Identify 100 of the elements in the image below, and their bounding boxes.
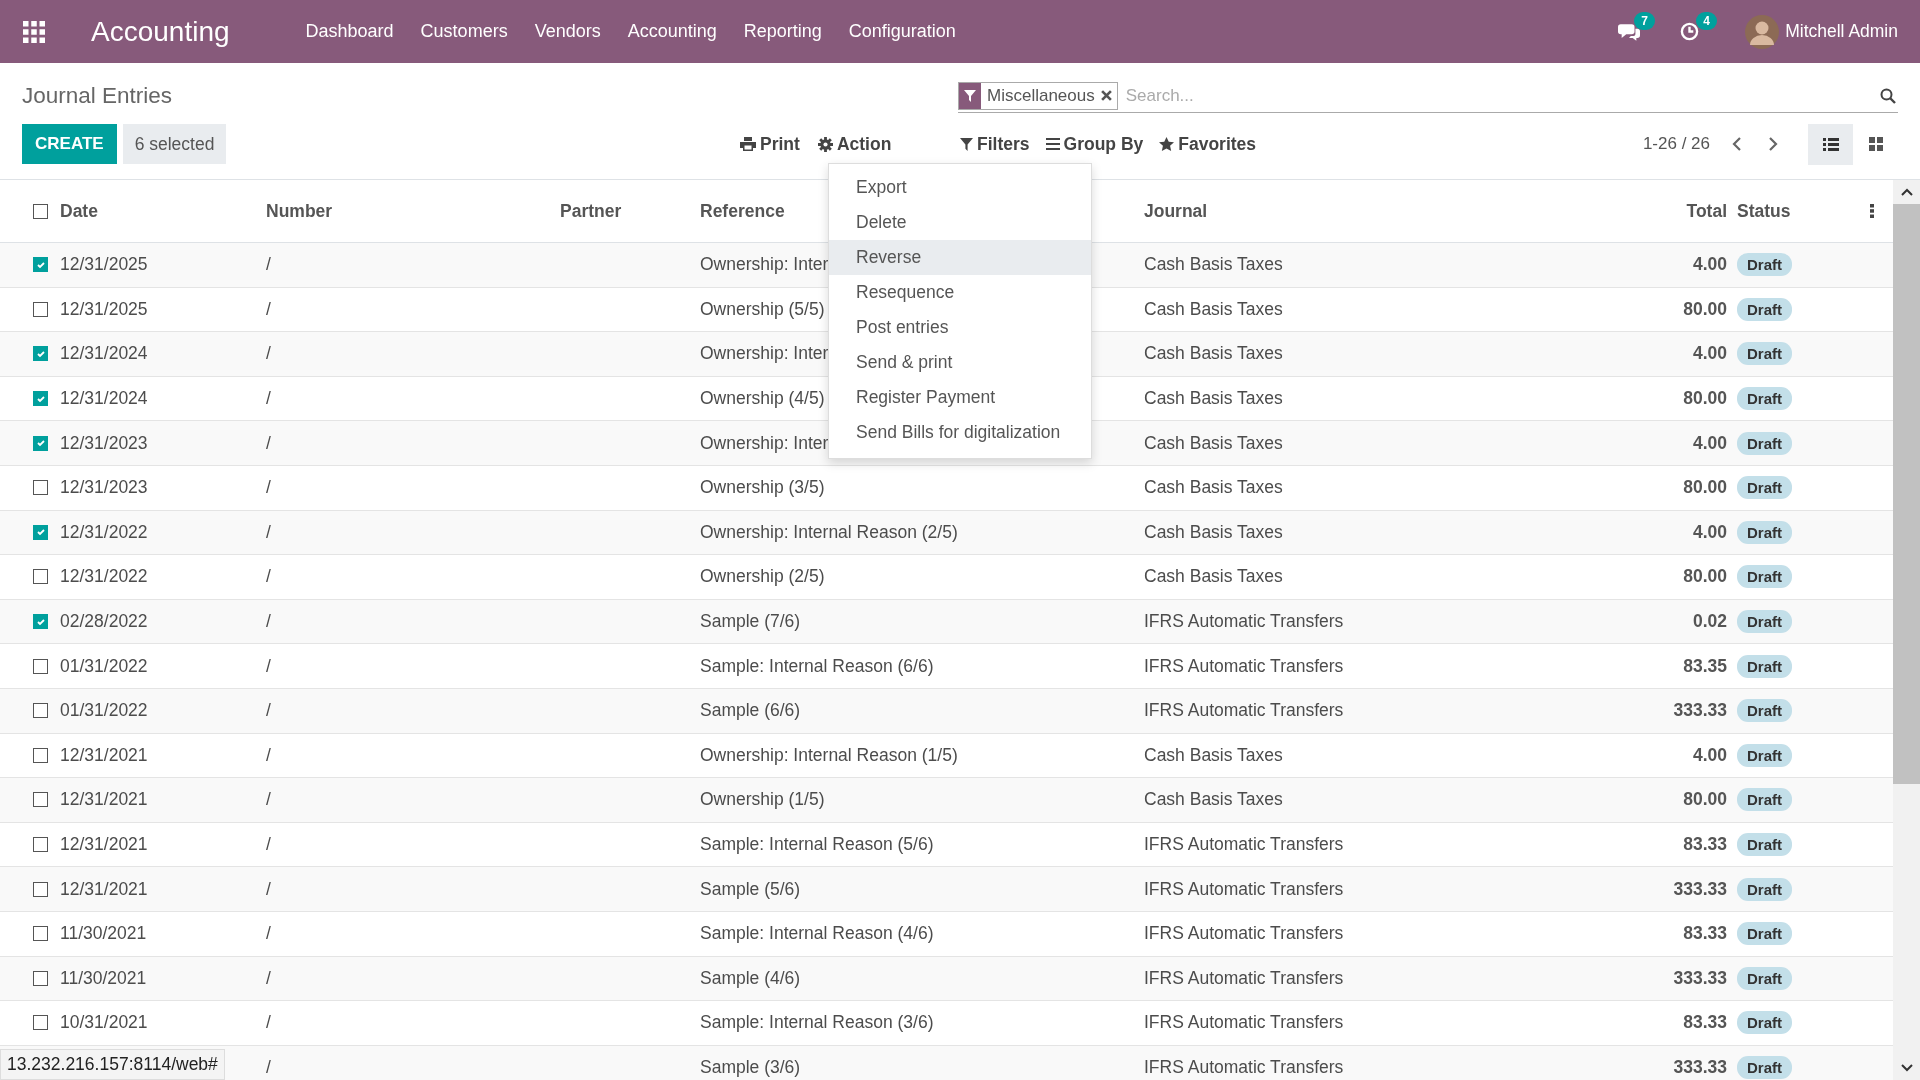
table-cell: 12/31/2024	[60, 343, 148, 365]
table-cell: /	[266, 477, 271, 499]
row-checkbox[interactable]	[33, 480, 48, 496]
star-icon	[1159, 136, 1175, 152]
row-checkbox[interactable]	[33, 658, 48, 674]
table-cell: 12/31/2024	[60, 388, 148, 410]
row-checkbox[interactable]	[33, 301, 48, 317]
check-icon	[35, 527, 46, 538]
favorites-button[interactable]: Favorites	[1159, 124, 1257, 164]
table-cell: 12/31/2023	[60, 477, 148, 499]
table-cell: Ownership (1/5)	[700, 789, 825, 811]
row-checkbox[interactable]	[33, 346, 48, 362]
column-header[interactable]: Status	[1730, 180, 1850, 242]
avatar-icon[interactable]	[1745, 14, 1780, 49]
clock-icon[interactable]	[1680, 22, 1700, 41]
table-cell: /	[266, 611, 271, 633]
table-cell: IFRS Automatic Transfers	[1144, 967, 1344, 989]
filter-facet[interactable]: Miscellaneous	[958, 81, 1118, 110]
status-badge: Draft	[1737, 253, 1792, 277]
row-checkbox[interactable]	[33, 435, 48, 451]
row-checkbox[interactable]	[33, 614, 48, 630]
table-cell: Sample: Internal Reason (4/6)	[700, 923, 934, 945]
action-menu-item[interactable]: Register Payment	[829, 380, 1091, 415]
table-cell: 4.00	[1692, 744, 1727, 766]
row-checkbox[interactable]	[33, 1015, 48, 1031]
chat-icon[interactable]	[1618, 22, 1641, 41]
table-cell: 02/28/2022	[60, 611, 148, 633]
column-header[interactable]: Journal	[1136, 180, 1400, 242]
previous-chevron-icon[interactable]	[1732, 137, 1742, 151]
print-button[interactable]: Print	[740, 124, 800, 164]
row-checkbox[interactable]	[33, 524, 48, 540]
action-menu-item[interactable]: Resequence	[829, 275, 1091, 310]
table-cell: 11/30/2021	[60, 923, 147, 945]
table-cell: 83.33	[1683, 923, 1727, 945]
table-cell: /	[266, 700, 271, 722]
status-badge: Draft	[1737, 833, 1792, 856]
column-header[interactable]: Total	[1400, 180, 1730, 242]
action-menu-item[interactable]: Send Bills for digitalization	[829, 415, 1091, 450]
row-checkbox[interactable]	[33, 970, 48, 986]
table-cell: IFRS Automatic Transfers	[1144, 1057, 1344, 1078]
row-checkbox[interactable]	[33, 926, 48, 942]
column-header[interactable]: Partner	[552, 180, 692, 242]
action-menu-item[interactable]: Reverse	[829, 240, 1091, 275]
table-cell: 01/31/2022	[60, 655, 148, 677]
app-title[interactable]: Accounting	[91, 15, 230, 48]
check-icon	[35, 438, 46, 449]
table-cell: Cash Basis Taxes	[1144, 388, 1283, 410]
table-cell: Cash Basis Taxes	[1144, 744, 1283, 766]
status-badge: Draft	[1737, 565, 1792, 589]
row-checkbox[interactable]	[33, 569, 48, 585]
row-checkbox[interactable]	[33, 391, 48, 407]
status-badge: Draft	[1737, 788, 1792, 812]
column-header[interactable]: Number	[258, 180, 552, 242]
select-all-checkbox[interactable]	[33, 203, 48, 219]
next-chevron-icon[interactable]	[1768, 137, 1778, 151]
action-menu-item[interactable]: Post entries	[829, 310, 1091, 345]
column-header[interactable]: Date	[52, 180, 258, 242]
more-options-icon[interactable]	[1869, 204, 1874, 218]
pager-value[interactable]: 1-26 / 26	[1642, 134, 1710, 154]
close-icon[interactable]	[1100, 90, 1112, 101]
nav-menu-item[interactable]: Customers	[420, 21, 508, 42]
action-menu-item[interactable]: Export	[829, 170, 1091, 205]
nav-menu-item[interactable]: Accounting	[627, 21, 717, 42]
nav-menu-item[interactable]: Vendors	[534, 21, 601, 42]
table-cell: /	[266, 521, 271, 543]
table-cell: /	[266, 388, 271, 410]
selection-count: 6 selected	[122, 124, 227, 164]
row-checkbox[interactable]	[33, 792, 48, 808]
table-cell: 12/31/2022	[60, 521, 148, 543]
action-menu-item[interactable]: Delete	[829, 205, 1091, 240]
user-name[interactable]: Mitchell Admin	[1785, 21, 1898, 42]
table-cell: IFRS Automatic Transfers	[1144, 923, 1344, 945]
group-by-button[interactable]: Group By	[1045, 124, 1144, 164]
row-checkbox[interactable]	[33, 703, 48, 719]
action-menu-item[interactable]: Send & print	[829, 345, 1091, 380]
filter-icon	[960, 137, 973, 151]
check-icon	[35, 349, 46, 359]
nav-menu-item[interactable]: Dashboard	[305, 21, 394, 42]
row-checkbox[interactable]	[33, 747, 48, 763]
table-cell: 10/31/2021	[60, 1012, 148, 1034]
table-cell: 80.00	[1683, 789, 1727, 811]
scroll-down-icon[interactable]	[1900, 1064, 1913, 1072]
table-cell: 333.33	[1673, 967, 1727, 989]
nav-menu-item[interactable]: Reporting	[743, 21, 822, 42]
list-view-button[interactable]	[1808, 123, 1853, 165]
nav-menu-item[interactable]: Configuration	[848, 21, 956, 42]
row-checkbox[interactable]	[33, 837, 48, 852]
scrollbar[interactable]	[1893, 180, 1920, 1080]
scroll-up-icon[interactable]	[1900, 188, 1913, 196]
apps-grid-icon[interactable]	[23, 20, 45, 43]
table-cell: Cash Basis Taxes	[1144, 343, 1283, 365]
row-checkbox[interactable]	[33, 257, 48, 273]
filters-button[interactable]: Filters	[960, 124, 1030, 164]
status-badge: Draft	[1737, 387, 1792, 411]
search-icon[interactable]	[1880, 87, 1896, 104]
table-cell: IFRS Automatic Transfers	[1144, 611, 1344, 633]
table-cell: /	[266, 432, 271, 454]
gear-icon	[817, 136, 833, 152]
list-icon	[1822, 137, 1839, 151]
row-checkbox[interactable]	[33, 881, 48, 897]
